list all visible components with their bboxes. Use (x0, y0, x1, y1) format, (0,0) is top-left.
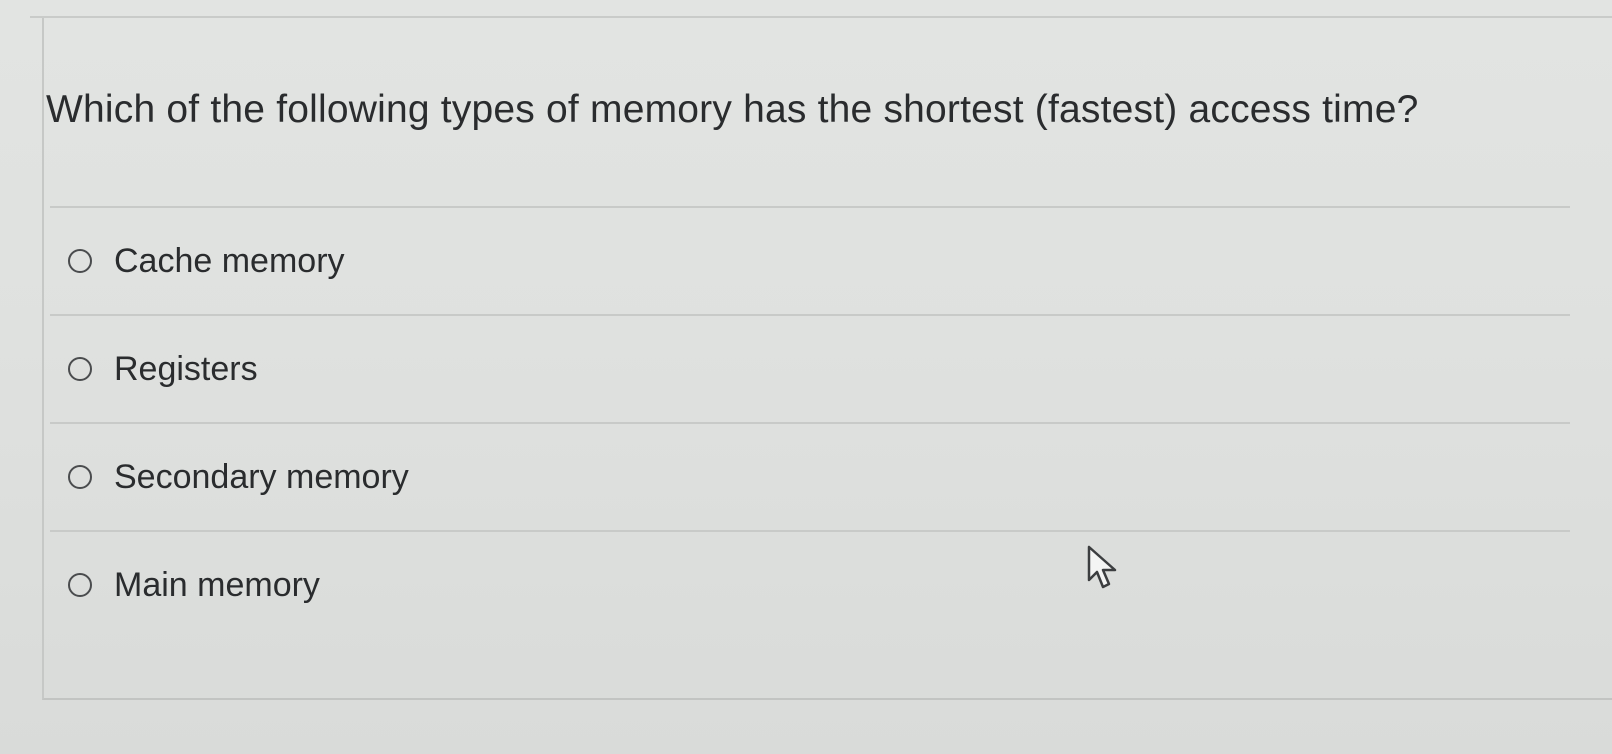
answer-option-secondary-memory[interactable]: Secondary memory (50, 422, 1570, 530)
answer-option-registers[interactable]: Registers (50, 314, 1570, 422)
answer-label: Registers (114, 349, 258, 388)
answer-option-main-memory[interactable]: Main memory (50, 530, 1570, 638)
mouse-pointer-icon (1087, 545, 1117, 589)
question-text: Which of the following types of memory h… (46, 88, 1419, 131)
answer-label: Main memory (114, 565, 320, 604)
radio-unchecked-icon[interactable] (68, 573, 92, 597)
radio-unchecked-icon[interactable] (68, 249, 92, 273)
screen-background: Which of the following types of memory h… (0, 0, 1612, 754)
radio-unchecked-icon[interactable] (68, 357, 92, 381)
radio-unchecked-icon[interactable] (68, 465, 92, 489)
answer-option-cache-memory[interactable]: Cache memory (50, 206, 1570, 314)
answer-label: Secondary memory (114, 457, 409, 496)
answer-list: Cache memory Registers Secondary memory … (50, 206, 1570, 638)
answer-label: Cache memory (114, 241, 345, 280)
